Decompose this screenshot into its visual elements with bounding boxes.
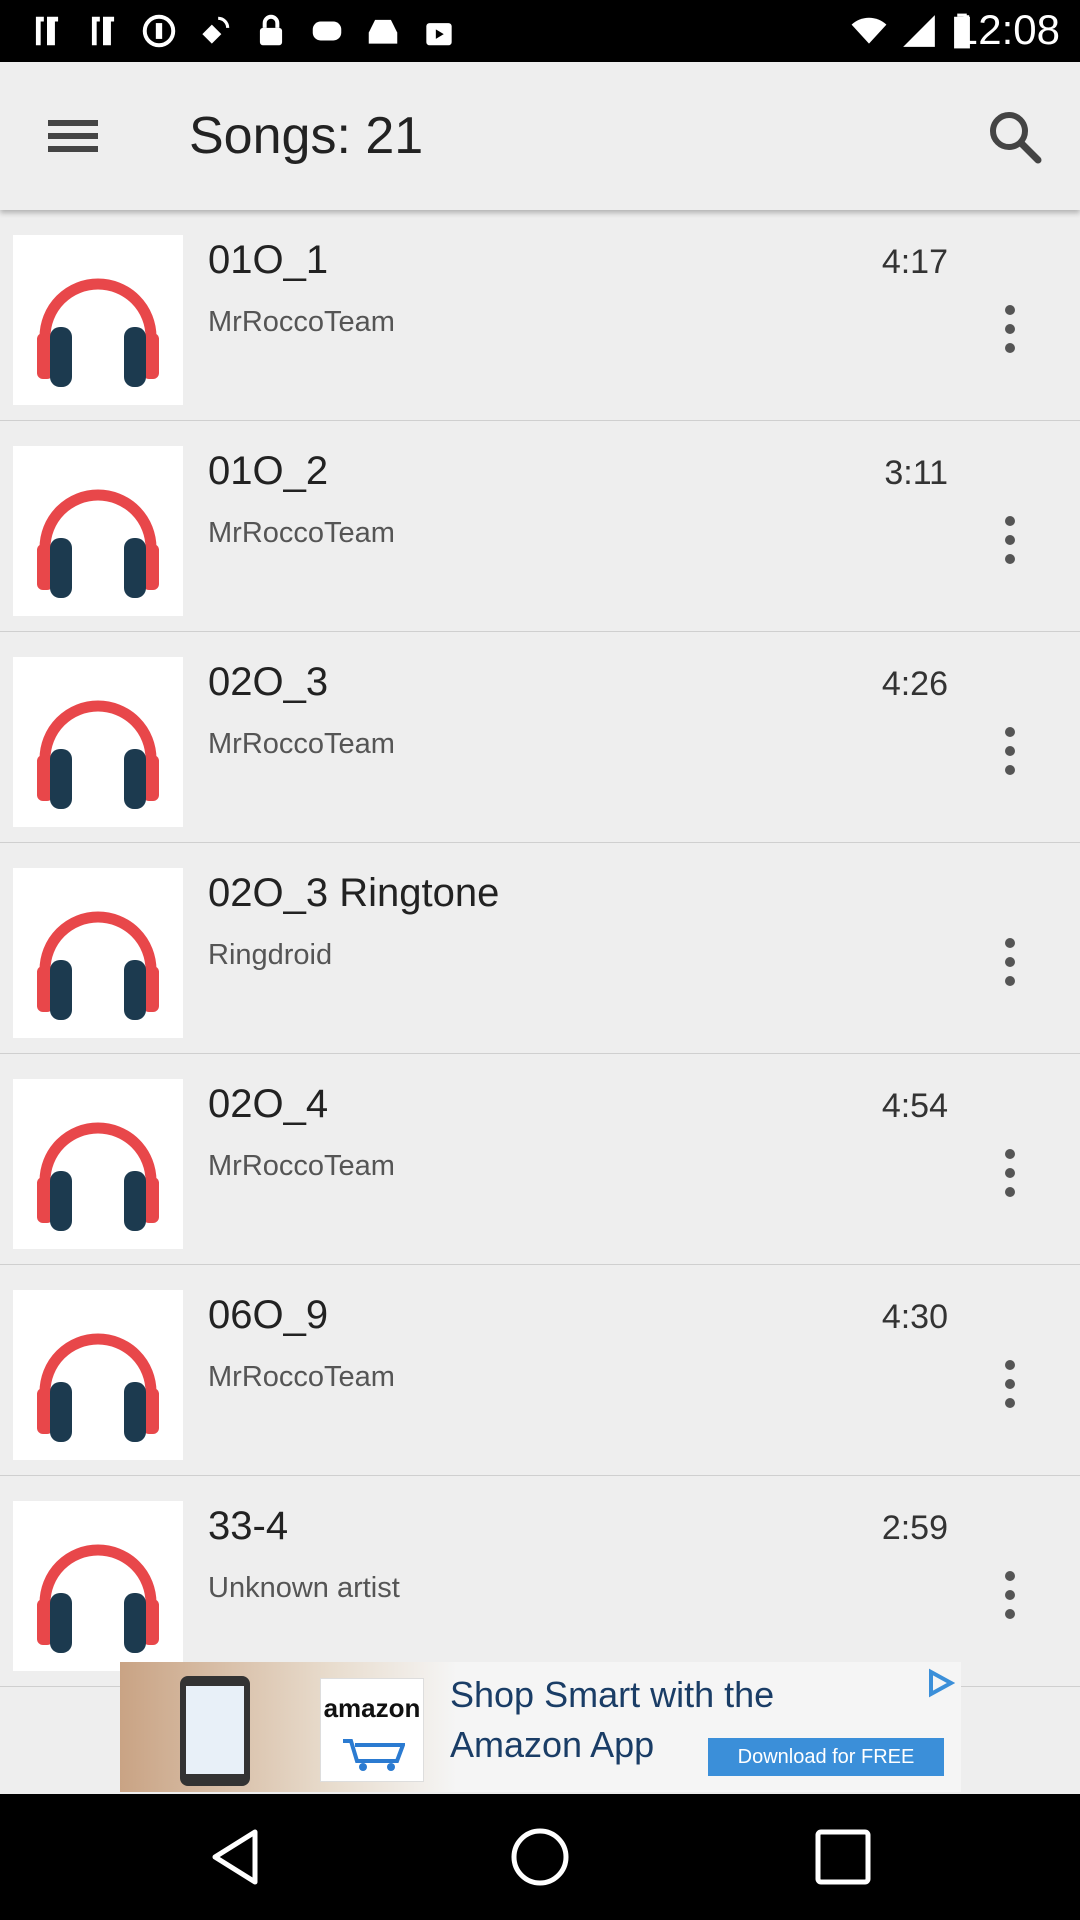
circle-icon — [142, 14, 176, 48]
song-duration: 4:17 — [881, 243, 948, 281]
more-options-icon[interactable] — [1004, 1149, 1016, 1197]
app-bar: Songs: 21 — [0, 62, 1080, 210]
song-artist: MrRoccoTeam — [208, 728, 395, 760]
headphones-icon — [37, 1544, 159, 1653]
phone-image — [180, 1676, 250, 1786]
song-duration: 2:59 — [881, 1509, 948, 1547]
satellite-icon — [202, 16, 230, 44]
hamburger-menu-icon[interactable] — [38, 106, 108, 166]
wifi-icon — [851, 17, 887, 44]
page-title: Songs: 21 — [189, 107, 424, 165]
album-art — [13, 868, 183, 1038]
ad-subheadline: Amazon App — [450, 1724, 655, 1765]
song-title: 33-4 — [208, 1504, 289, 1548]
lock-icon — [259, 14, 283, 46]
more-options-icon[interactable] — [1004, 1571, 1016, 1619]
song-row[interactable]: 33-4 Unknown artist 2:59 — [0, 1476, 1080, 1687]
more-options-icon[interactable] — [1004, 516, 1016, 564]
album-art — [13, 1290, 183, 1460]
headphones-icon — [37, 1122, 159, 1231]
song-duration: 4:54 — [881, 1087, 948, 1125]
headphones-icon — [37, 911, 159, 1020]
navigation-bar — [0, 1794, 1080, 1920]
song-list: 01O_1 MrRoccoTeam 4:17 01O_2 MrRoccoTeam… — [0, 210, 1080, 1687]
song-row[interactable]: 06O_9 MrRoccoTeam 4:30 — [0, 1265, 1080, 1476]
album-art — [13, 1501, 183, 1671]
ad-choices-icon[interactable] — [925, 1668, 955, 1698]
play-store-icon — [426, 23, 452, 46]
headphones-icon — [37, 278, 159, 387]
more-options-icon[interactable] — [1004, 1360, 1016, 1408]
song-row[interactable]: 01O_1 MrRoccoTeam 4:17 — [0, 210, 1080, 421]
ad-headline: Shop Smart with the — [450, 1674, 775, 1715]
more-options-icon[interactable] — [1004, 727, 1016, 775]
song-artist: MrRoccoTeam — [208, 1150, 395, 1182]
song-row[interactable]: 02O_3 Ringtone Ringdroid — [0, 843, 1080, 1054]
song-title: 02O_3 Ringtone — [208, 871, 500, 915]
song-title: 01O_1 — [208, 238, 329, 282]
headphones-icon — [37, 1333, 159, 1442]
song-title: 06O_9 — [208, 1293, 329, 1337]
album-art — [13, 235, 183, 405]
song-title: 02O_4 — [208, 1082, 329, 1126]
status-bar: 12:08 — [0, 0, 1080, 62]
clock: 12:08 — [954, 6, 1060, 53]
amazon-logo: amazon — [320, 1678, 424, 1782]
cellular-icon — [903, 15, 935, 47]
headphones-icon — [37, 489, 159, 598]
song-row[interactable]: 01O_2 MrRoccoTeam 3:11 — [0, 421, 1080, 632]
back-icon[interactable] — [203, 1824, 269, 1890]
album-art — [13, 446, 183, 616]
recents-icon[interactable] — [810, 1824, 876, 1890]
song-artist: MrRoccoTeam — [208, 1361, 395, 1393]
notification-icon — [91, 16, 115, 46]
album-art — [13, 657, 183, 827]
cart-icon — [343, 1739, 405, 1771]
song-artist: MrRoccoTeam — [208, 517, 395, 549]
gamepad-icon — [312, 21, 342, 41]
search-icon[interactable] — [980, 102, 1050, 172]
more-options-icon[interactable] — [1004, 938, 1016, 986]
song-row[interactable]: 02O_3 MrRoccoTeam 4:26 — [0, 632, 1080, 843]
song-artist: Ringdroid — [208, 939, 333, 971]
song-duration: 3:11 — [884, 454, 948, 492]
song-artist: MrRoccoTeam — [208, 306, 395, 338]
ad-download-button[interactable]: Download for FREE — [708, 1738, 944, 1776]
ad-banner[interactable]: amazon Shop Smart with the Amazon App Do… — [120, 1662, 961, 1792]
album-art — [13, 1079, 183, 1249]
song-artist: Unknown artist — [208, 1572, 400, 1604]
more-options-icon[interactable] — [1004, 305, 1016, 353]
notification-icon — [35, 16, 59, 46]
song-duration: 4:26 — [881, 665, 948, 703]
song-title: 01O_2 — [208, 449, 329, 493]
song-title: 02O_3 — [208, 660, 329, 704]
inbox-icon — [368, 19, 398, 44]
song-duration: 4:30 — [881, 1298, 948, 1336]
headphones-icon — [37, 700, 159, 809]
song-row[interactable]: 02O_4 MrRoccoTeam 4:54 — [0, 1054, 1080, 1265]
home-icon[interactable] — [507, 1824, 573, 1890]
